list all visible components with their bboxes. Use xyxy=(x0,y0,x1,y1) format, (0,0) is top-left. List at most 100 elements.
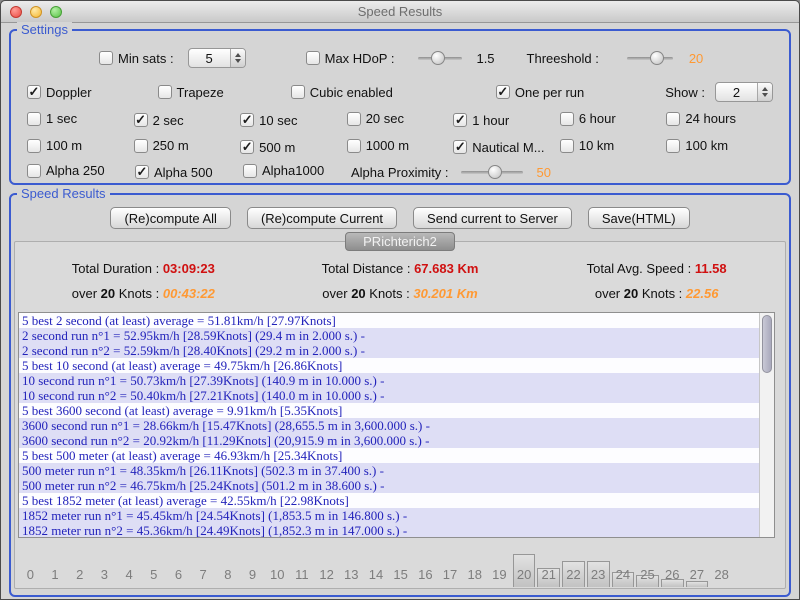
stat-value: 67.683 Km xyxy=(414,261,478,276)
checkbox-box[interactable] xyxy=(27,112,41,126)
checkbox-label: Nautical M... xyxy=(472,140,544,155)
checkbox-100-m[interactable]: 100 m xyxy=(27,138,82,153)
send-current-to-server-button[interactable]: Send current to Server xyxy=(413,207,572,229)
min-sats-checkbox[interactable]: Min sats : xyxy=(99,51,174,66)
checkbox-box[interactable] xyxy=(27,139,41,153)
save-html-button[interactable]: Save(HTML) xyxy=(588,207,690,229)
checkbox-10-sec[interactable]: ✓10 sec xyxy=(240,113,297,128)
minimize-icon[interactable] xyxy=(30,6,42,18)
checkbox-box[interactable]: ✓ xyxy=(240,140,254,154)
checkbox-100-km[interactable]: 100 km xyxy=(666,138,728,153)
histogram-slot: 7 xyxy=(191,551,216,587)
histogram-tick: 13 xyxy=(339,567,364,582)
checkbox-20-sec[interactable]: 20 sec xyxy=(347,111,404,126)
checkbox-alpha-250[interactable]: Alpha 250 xyxy=(27,163,105,178)
stepper-icon[interactable] xyxy=(230,49,245,67)
checkbox-box[interactable]: ✓ xyxy=(453,140,467,154)
histogram-tick: 17 xyxy=(438,567,463,582)
histogram-slot: 12 xyxy=(314,551,339,587)
checkbox-box[interactable] xyxy=(347,139,361,153)
checkbox-nautical-m[interactable]: ✓ Nautical M... xyxy=(453,140,544,155)
checkbox-box[interactable]: ✓ xyxy=(453,113,467,127)
checkbox-box[interactable] xyxy=(347,112,361,126)
checkbox-box[interactable] xyxy=(158,85,172,99)
checkbox-1000-m[interactable]: 1000 m xyxy=(347,138,409,153)
checkbox-alpha1000[interactable]: Alpha1000 xyxy=(243,163,324,178)
histogram-tick: 6 xyxy=(166,567,191,582)
show-select[interactable]: 2 xyxy=(715,82,773,102)
checkbox-6-hour[interactable]: 6 hour xyxy=(560,111,616,126)
min-sats-select[interactable]: 5 xyxy=(188,48,246,68)
track-tab[interactable]: PRichterich2 xyxy=(345,232,455,251)
slider-thumb[interactable] xyxy=(431,51,445,65)
re-compute-current-button[interactable]: (Re)compute Current xyxy=(247,207,397,229)
checkbox-label: 100 km xyxy=(685,138,728,153)
histogram-tick: 11 xyxy=(290,567,315,582)
over-threshold: 20 xyxy=(101,286,115,301)
checkbox-1-hour[interactable]: ✓ 1 hour xyxy=(453,113,509,128)
checkbox-box[interactable] xyxy=(134,139,148,153)
checkbox-box[interactable] xyxy=(560,139,574,153)
checkbox-alpha-500[interactable]: ✓Alpha 500 xyxy=(135,165,213,180)
checkbox-box[interactable]: ✓ xyxy=(134,113,148,127)
stat-label: Total Duration : xyxy=(72,261,163,276)
checkbox-box[interactable] xyxy=(666,112,680,126)
histogram-slot: 0 xyxy=(18,551,43,587)
log-line: 500 meter run n°2 = 46.75km/h [25.24Knot… xyxy=(19,478,759,493)
checkbox-box[interactable] xyxy=(27,164,41,178)
over-label: over 20 Knots : xyxy=(595,286,686,301)
histogram-tick: 15 xyxy=(388,567,413,582)
checkbox-box[interactable] xyxy=(666,139,680,153)
stepper-icon[interactable] xyxy=(757,83,772,101)
checkbox-box[interactable]: ✓ xyxy=(240,113,254,127)
checkbox-24-hours[interactable]: 24 hours xyxy=(666,111,736,126)
results-log[interactable]: 5 best 2 second (at least) average = 51.… xyxy=(18,312,775,538)
checkbox-trapeze[interactable]: Trapeze xyxy=(158,85,224,100)
checkbox-500-m[interactable]: ✓500 m xyxy=(240,140,295,155)
show-label: Show : xyxy=(665,85,705,100)
threshold-slider[interactable] xyxy=(627,50,673,66)
alpha-proximity-slider[interactable] xyxy=(461,164,523,180)
checkbox-250-m[interactable]: 250 m xyxy=(134,138,189,153)
checkbox-1-sec[interactable]: 1 sec xyxy=(27,111,77,126)
alpha-proximity-value: 50 xyxy=(537,165,551,180)
checkbox-box[interactable]: ✓ xyxy=(135,165,149,179)
max-hdop-checkbox[interactable]: Max HDoP : xyxy=(306,51,395,66)
speed-histogram: 0123456789101112131415161718192021222324… xyxy=(18,551,734,587)
checkbox-label: Alpha1000 xyxy=(262,163,324,178)
grid-cell: 1000 m xyxy=(347,138,454,156)
checkbox-box[interactable]: ✓ xyxy=(27,85,41,99)
max-hdop-slider[interactable] xyxy=(418,50,462,66)
checkbox-doppler[interactable]: ✓ Doppler xyxy=(27,85,92,100)
checkbox-box[interactable]: ✓ xyxy=(496,85,510,99)
log-line: 500 meter run n°1 = 48.35km/h [26.11Knot… xyxy=(19,463,759,478)
checkbox-10-km[interactable]: 10 km xyxy=(560,138,614,153)
histogram-slot: 11 xyxy=(290,551,315,587)
checkbox-label: 1 sec xyxy=(46,111,77,126)
min-sats-checkbox-box[interactable] xyxy=(99,51,113,65)
scrollbar[interactable] xyxy=(759,313,774,537)
over-label: over 20 Knots : xyxy=(322,286,413,301)
scrollbar-thumb[interactable] xyxy=(762,315,772,373)
close-icon[interactable] xyxy=(10,6,22,18)
checkbox-box[interactable] xyxy=(560,112,574,126)
slider-thumb[interactable] xyxy=(650,51,664,65)
log-line: 3600 second run n°1 = 28.66km/h [15.47Kn… xyxy=(19,418,759,433)
histogram-tick: 12 xyxy=(314,567,339,582)
zoom-icon[interactable] xyxy=(50,6,62,18)
checkbox-2-sec[interactable]: ✓2 sec xyxy=(134,113,184,128)
log-line: 10 second run n°1 = 50.73km/h [27.39Knot… xyxy=(19,373,759,388)
max-hdop-checkbox-box[interactable] xyxy=(306,51,320,65)
re-compute-all-button[interactable]: (Re)compute All xyxy=(110,207,230,229)
log-line: 2 second run n°1 = 52.95km/h [28.59Knots… xyxy=(19,328,759,343)
checkbox-box[interactable] xyxy=(291,85,305,99)
checkbox-label: Doppler xyxy=(46,85,92,100)
slider-thumb[interactable] xyxy=(488,165,502,179)
grid-cell: 100 km xyxy=(666,138,773,156)
checkbox-label: 1 hour xyxy=(472,113,509,128)
histogram-tick: 27 xyxy=(685,567,710,582)
checkbox-cubic-enabled[interactable]: Cubic enabled xyxy=(291,85,393,100)
log-line: 5 best 10 second (at least) average = 49… xyxy=(19,358,759,373)
checkbox-one-per-run[interactable]: ✓One per run xyxy=(496,85,584,100)
checkbox-box[interactable] xyxy=(243,164,257,178)
